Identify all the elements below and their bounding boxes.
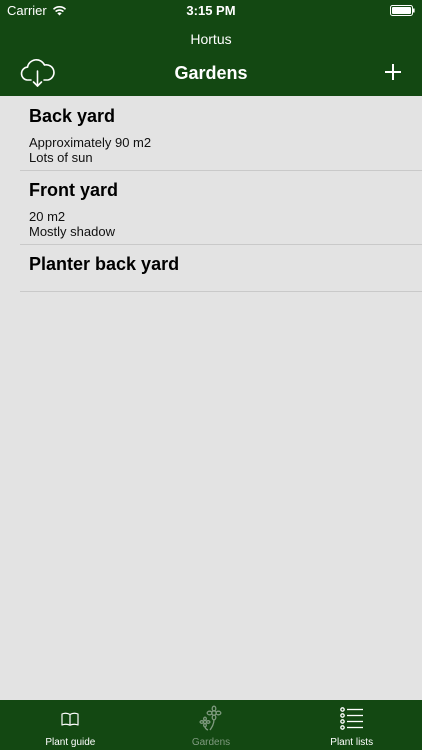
tab-label: Plant lists — [330, 737, 374, 748]
status-time: 3:15 PM — [186, 3, 236, 18]
tab-label: Gardens — [191, 737, 231, 748]
garden-row-front-yard[interactable]: Front yard 20 m2 Mostly shadow — [20, 171, 422, 245]
checklist-icon — [339, 707, 363, 730]
garden-note: Mostly shadow — [29, 224, 115, 239]
tab-label: Plant guide — [45, 737, 96, 748]
header: Carrier 3:15 PM Hortus Gardens — [0, 0, 422, 96]
gardens-list: Back yard Approximately 90 m2 Lots of su… — [0, 96, 422, 292]
page-title: Gardens — [174, 63, 248, 83]
garden-row-back-yard[interactable]: Back yard Approximately 90 m2 Lots of su… — [20, 96, 422, 171]
screen: Carrier 3:15 PM Hortus Gardens Back yard… — [0, 0, 422, 750]
tab-plant-guide[interactable]: Plant guide — [0, 700, 141, 750]
app-title: Hortus — [190, 31, 232, 47]
status-bar: Carrier 3:15 PM — [0, 0, 422, 22]
tab-bar: Plant guide Gardens Plant lists — [0, 700, 422, 750]
battery-icon — [390, 5, 415, 16]
garden-size: Approximately 90 m2 — [29, 135, 152, 150]
plus-icon[interactable] — [384, 63, 402, 81]
tab-plant-lists[interactable]: Plant lists — [281, 700, 422, 750]
garden-title: Front yard — [29, 180, 119, 200]
garden-title: Back yard — [29, 106, 116, 126]
garden-row-planter-back-yard[interactable]: Planter back yard — [20, 245, 422, 292]
flowers-icon — [199, 705, 222, 731]
garden-title: Planter back yard — [29, 254, 180, 274]
garden-size: 20 m2 — [29, 209, 66, 224]
book-icon — [61, 712, 79, 726]
garden-note: Lots of sun — [29, 150, 93, 165]
tab-gardens[interactable]: Gardens — [141, 700, 282, 750]
